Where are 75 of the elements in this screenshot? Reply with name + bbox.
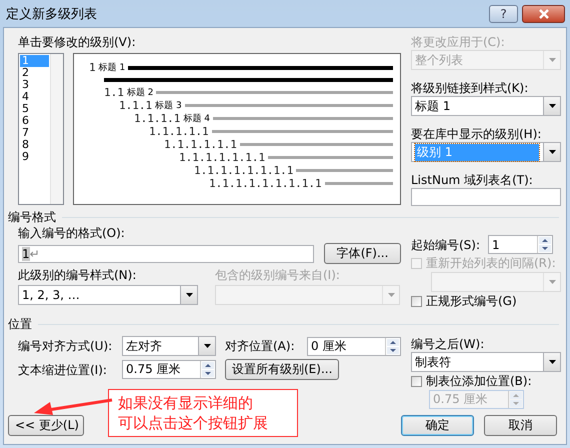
spin-field[interactable]: 0.75 厘米 <box>122 360 216 379</box>
dropdown-arrow-icon <box>548 360 556 364</box>
follow-number-dropdown[interactable]: 制表符 <box>411 352 561 372</box>
set-all-levels-button[interactable]: 设置所有级别(E)... <box>225 359 340 380</box>
align-at-label: 对齐位置(A): <box>225 338 296 354</box>
dropdown-arrow-icon <box>548 280 556 284</box>
heading-label: 标题 3 <box>155 100 182 112</box>
number-style-label: 此级别的编号样式(N): <box>18 267 138 283</box>
checkbox-label: 正规形式编号(G) <box>426 293 517 309</box>
ok-button[interactable]: 确定 <box>401 415 474 436</box>
level-number: 1.1.1.1.1.1.1.1.1 <box>209 177 322 190</box>
annotation-text: 如果没有显示详细的 <box>118 393 254 413</box>
heading-label: 标题 1 <box>98 62 126 74</box>
indent-label: 文本缩进位置(I): <box>18 362 108 378</box>
apply-to-label: 将更改应用于(C): <box>411 34 506 50</box>
format-label: 输入编号的格式(O): <box>18 225 126 241</box>
annotation-text: 可以点击这个按钮扩展 <box>118 413 269 433</box>
font-button[interactable]: 字体(F)... <box>324 243 401 264</box>
level-number: 1.1.1.1.1 <box>149 125 209 138</box>
include-level-label: 包含的级别编号来自(I): <box>215 267 340 283</box>
start-at-label: 起始编号(S): <box>411 236 480 252</box>
spinner-arrows-icon <box>385 338 400 354</box>
level-number: 1.1.1.1.1.1.1 <box>179 151 266 164</box>
checkbox-label: 制表位添加位置(B): <box>426 373 532 389</box>
dropdown-arrow-icon <box>548 150 556 154</box>
dropdown-arrow-icon <box>204 344 210 348</box>
link-style-label: 将级别链接到样式(K): <box>411 80 530 96</box>
cancel-button[interactable]: 取消 <box>484 415 557 436</box>
spinner-arrows-icon <box>200 361 215 378</box>
heading-label: 标题 4 <box>183 112 210 125</box>
close-icon <box>538 8 550 18</box>
spin-field[interactable]: 1 <box>488 235 554 254</box>
level-item[interactable]: 7 <box>20 127 49 139</box>
section-title: 编号格式 <box>8 208 56 226</box>
checkbox[interactable] <box>411 376 422 386</box>
link-style-dropdown[interactable]: 标题 1 <box>411 96 561 116</box>
level-number: 1.1.1.1.1.1.1.1 <box>194 164 294 177</box>
number-style-dropdown[interactable]: 1, 2, 3, … <box>18 285 198 305</box>
level-number: 1.1.1 <box>119 99 152 112</box>
level-item[interactable]: 6 <box>20 115 49 127</box>
section-title: 位置 <box>8 316 32 332</box>
scrollbar[interactable] <box>50 54 63 204</box>
follow-number-label: 编号之后(W): <box>411 336 486 352</box>
level-listbox[interactable]: 1 2 3 4 5 6 7 8 9 <box>18 53 64 205</box>
gallery-level-label: 要在库中显示的级别(H): <box>411 126 542 142</box>
level-item[interactable]: 4 <box>20 91 49 103</box>
level-number: 1.1.1.1 <box>134 112 180 125</box>
dropdown-arrow-icon <box>548 104 556 108</box>
level-number: 1.1 <box>104 86 124 99</box>
close-button[interactable] <box>522 4 565 22</box>
checkbox[interactable] <box>411 296 422 306</box>
spin-field[interactable]: 0 厘米 <box>307 336 401 356</box>
dropdown-arrow-icon <box>186 293 192 297</box>
help-button[interactable]: ? <box>489 4 518 22</box>
format-field[interactable]: 1↵ <box>18 244 314 262</box>
level-item[interactable]: 5 <box>20 103 49 115</box>
level-number: 1 <box>89 61 96 74</box>
heading-label: 标题 2 <box>126 86 154 99</box>
spinner-arrows-icon <box>508 391 523 408</box>
level-item[interactable]: 9 <box>20 151 49 163</box>
level-number: 1.1.1.1.1.1 <box>164 138 237 151</box>
level-item[interactable]: 2 <box>20 67 49 79</box>
level-item[interactable]: 3 <box>20 79 49 91</box>
alignment-label: 编号对齐方式(U): <box>18 338 114 354</box>
level-list-label: 单击要修改的级别(V): <box>18 34 137 50</box>
dropdown-arrow-icon <box>388 293 394 297</box>
window-title: 定义新多级列表 <box>6 6 98 22</box>
spinner-arrows-icon <box>537 236 552 253</box>
level-item[interactable]: 8 <box>20 139 49 151</box>
checkbox-label: 重新开始列表的间隔(R): <box>426 255 556 271</box>
dropdown-arrow-icon <box>548 58 556 62</box>
less-button[interactable]: << 更少(L) <box>8 415 84 436</box>
alignment-dropdown[interactable]: 左对齐 <box>122 336 216 356</box>
listnum-label: ListNum 域列表名(T): <box>411 172 534 188</box>
listnum-field[interactable] <box>411 188 561 206</box>
